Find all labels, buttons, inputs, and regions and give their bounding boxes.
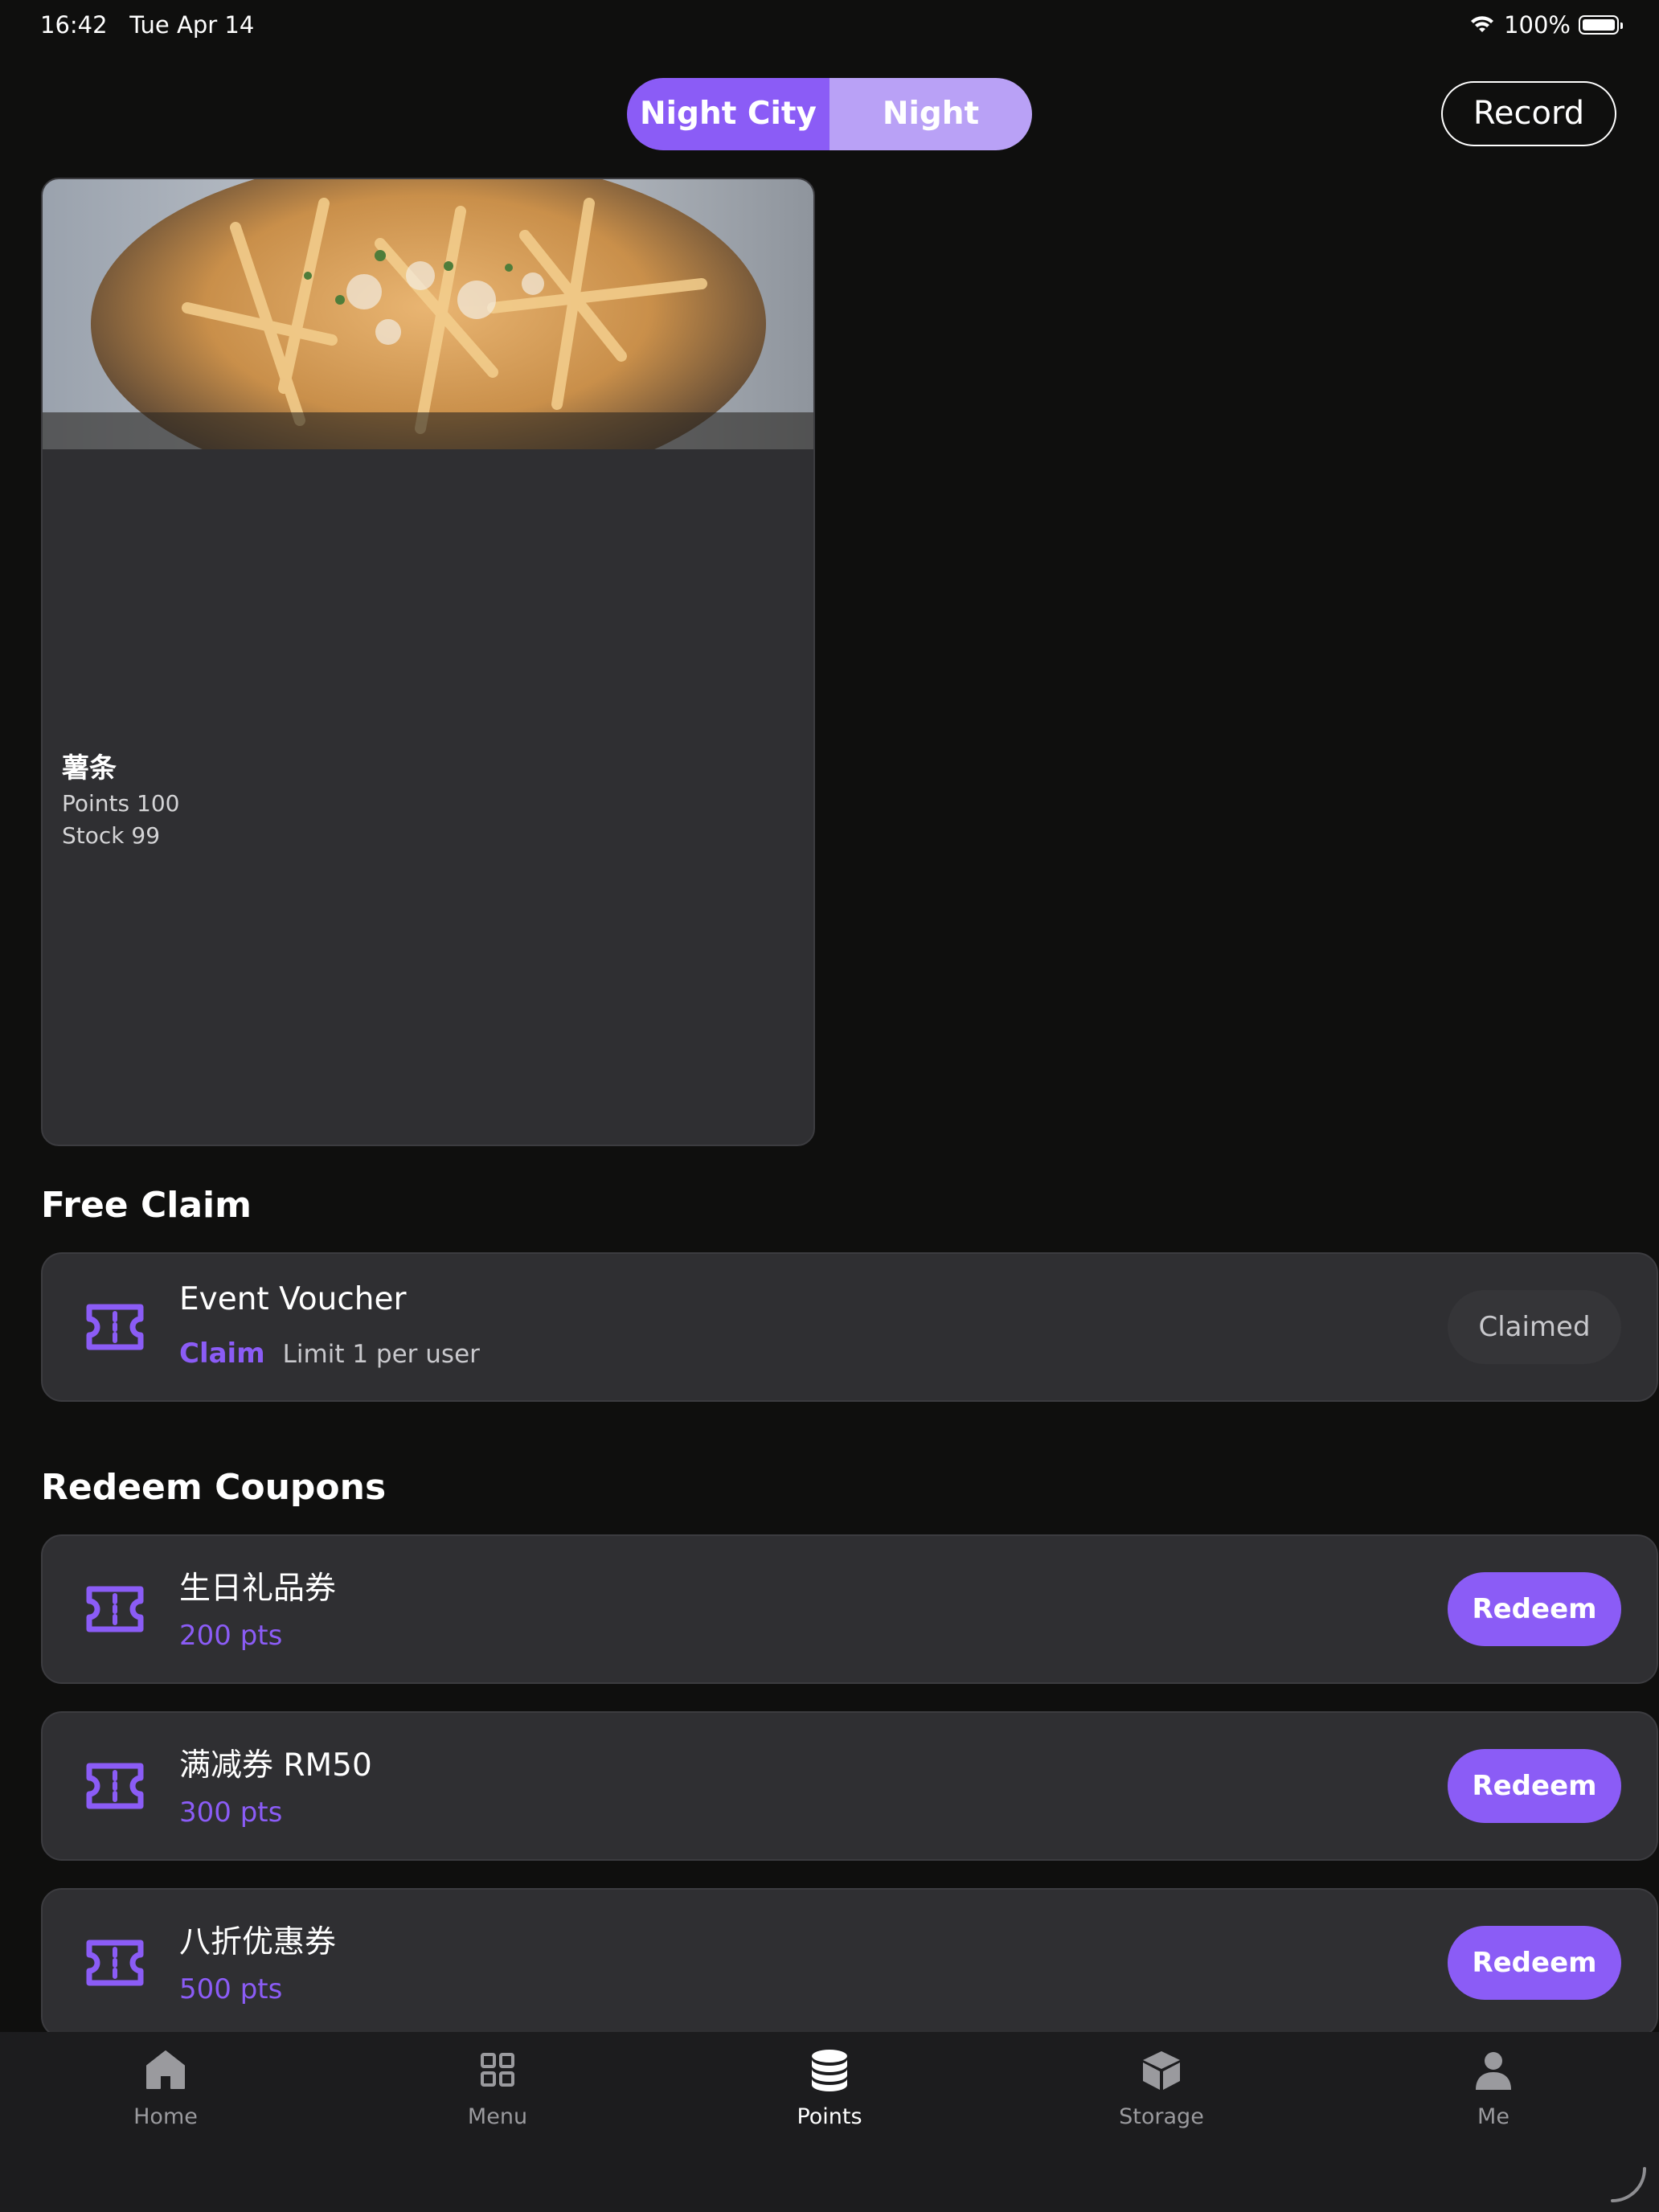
nav-label-home: Home (133, 2104, 198, 2129)
venue-switcher: Night City Night Wave (627, 78, 1032, 150)
coupon-row: 八折优惠券 500 pts Redeem (41, 1888, 1658, 2038)
record-button[interactable]: Record (1441, 81, 1616, 146)
nav-points[interactable]: Points (749, 2046, 910, 2129)
battery-icon (1579, 15, 1623, 35)
ticket-icon (86, 1586, 144, 1632)
nav-menu[interactable]: Menu (417, 2046, 578, 2129)
coupon-pts: 300 pts (179, 1796, 283, 1829)
coupon-row: 生日礼品券 200 pts Redeem (41, 1534, 1658, 1684)
coupon-row: 满减券 RM50 300 pts Redeem (41, 1711, 1658, 1861)
ticket-icon (86, 1304, 144, 1350)
nav-home[interactable]: Home (85, 2046, 246, 2129)
redeem-coupons-title: Redeem Coupons (41, 1467, 387, 1508)
claim-link[interactable]: Claim (179, 1337, 265, 1370)
status-time: 16:42 (40, 11, 108, 39)
battery-percent: 100% (1504, 11, 1571, 39)
product-name: 薯条 (62, 752, 117, 784)
ticket-icon (86, 1940, 144, 1986)
nav-label-storage: Storage (1119, 2104, 1204, 2129)
free-claim-title: Free Claim (41, 1185, 252, 1226)
coupon-name: 满减券 RM50 (179, 1747, 372, 1784)
tab-night-wave[interactable]: Night Wave (830, 78, 1032, 150)
grid-icon (481, 2053, 514, 2087)
redeem-button[interactable]: Redeem (1448, 1749, 1621, 1823)
coins-stack-icon (812, 2050, 847, 2091)
status-date: Tue Apr 14 (129, 11, 255, 39)
coupon-name: 生日礼品券 (179, 1571, 337, 1607)
person-icon (1476, 2052, 1511, 2090)
bottom-nav: Home Menu Points Storage Me (0, 2032, 1659, 2212)
tab-night-city[interactable]: Night City (627, 78, 830, 150)
box-icon (1143, 2051, 1180, 2090)
product-stock: Stock 99 (62, 822, 161, 849)
nav-label-me: Me (1477, 2104, 1509, 2129)
status-bar-time: 16:42 Tue Apr 14 (40, 11, 254, 39)
wifi-icon (1471, 16, 1494, 32)
product-card[interactable]: 薯条 Points 100 Stock 99 (41, 178, 815, 1146)
nav-label-menu: Menu (467, 2104, 528, 2129)
status-bar-right: 100% (1469, 11, 1623, 39)
claimed-button[interactable]: Claimed (1448, 1290, 1621, 1364)
home-icon (146, 2050, 185, 2089)
coupon-name: 八折优惠券 (179, 1924, 337, 1960)
ticket-icon (86, 1763, 144, 1809)
event-voucher-row: Event Voucher Claim Limit 1 per user Clai… (41, 1252, 1658, 1402)
nav-label-points: Points (797, 2104, 862, 2129)
coupon-pts: 500 pts (179, 1973, 283, 2005)
voucher-limit: Limit 1 per user (282, 1340, 480, 1369)
product-points: Points 100 (62, 790, 180, 817)
coupon-pts: 200 pts (179, 1620, 283, 1652)
voucher-name: Event Voucher (179, 1281, 407, 1317)
redeem-button[interactable]: Redeem (1448, 1572, 1621, 1646)
voucher-sub: Claim Limit 1 per user (179, 1337, 480, 1370)
home-indicator-icon (1611, 2167, 1646, 2202)
product-image (43, 179, 813, 449)
nav-me[interactable]: Me (1413, 2046, 1574, 2129)
nav-storage[interactable]: Storage (1081, 2046, 1242, 2129)
redeem-button[interactable]: Redeem (1448, 1926, 1621, 2000)
